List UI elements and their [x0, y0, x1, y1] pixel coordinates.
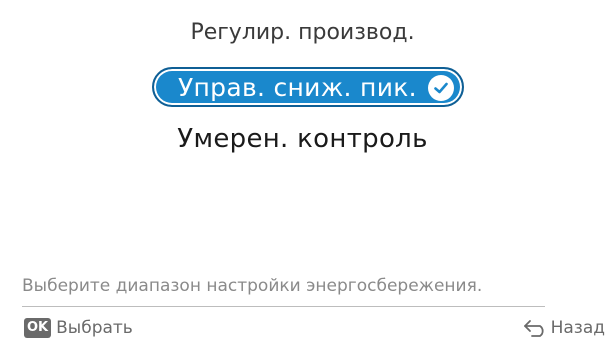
option-moderate-control[interactable]: Умерен. контроль — [0, 124, 605, 154]
check-circle-icon — [428, 75, 454, 101]
option-label: Управ. сниж. пик. — [178, 72, 417, 102]
back-button[interactable]: Назад — [523, 317, 605, 339]
menu-title: Регулир. производ. — [190, 20, 415, 45]
option-peak-reduction[interactable]: Управ. сниж. пик. — [152, 67, 464, 107]
divider — [22, 306, 545, 307]
ok-badge: OK — [24, 318, 52, 338]
hint-text: Выберите диапазон настройки энергосбереж… — [22, 276, 483, 296]
select-label: Выбрать — [56, 318, 133, 338]
settings-screen: Регулир. производ. Управ. сниж. пик. Уме… — [0, 0, 605, 344]
back-arrow-icon — [523, 320, 544, 337]
back-label: Назад — [550, 318, 605, 338]
select-button[interactable]: OK Выбрать — [24, 317, 133, 339]
